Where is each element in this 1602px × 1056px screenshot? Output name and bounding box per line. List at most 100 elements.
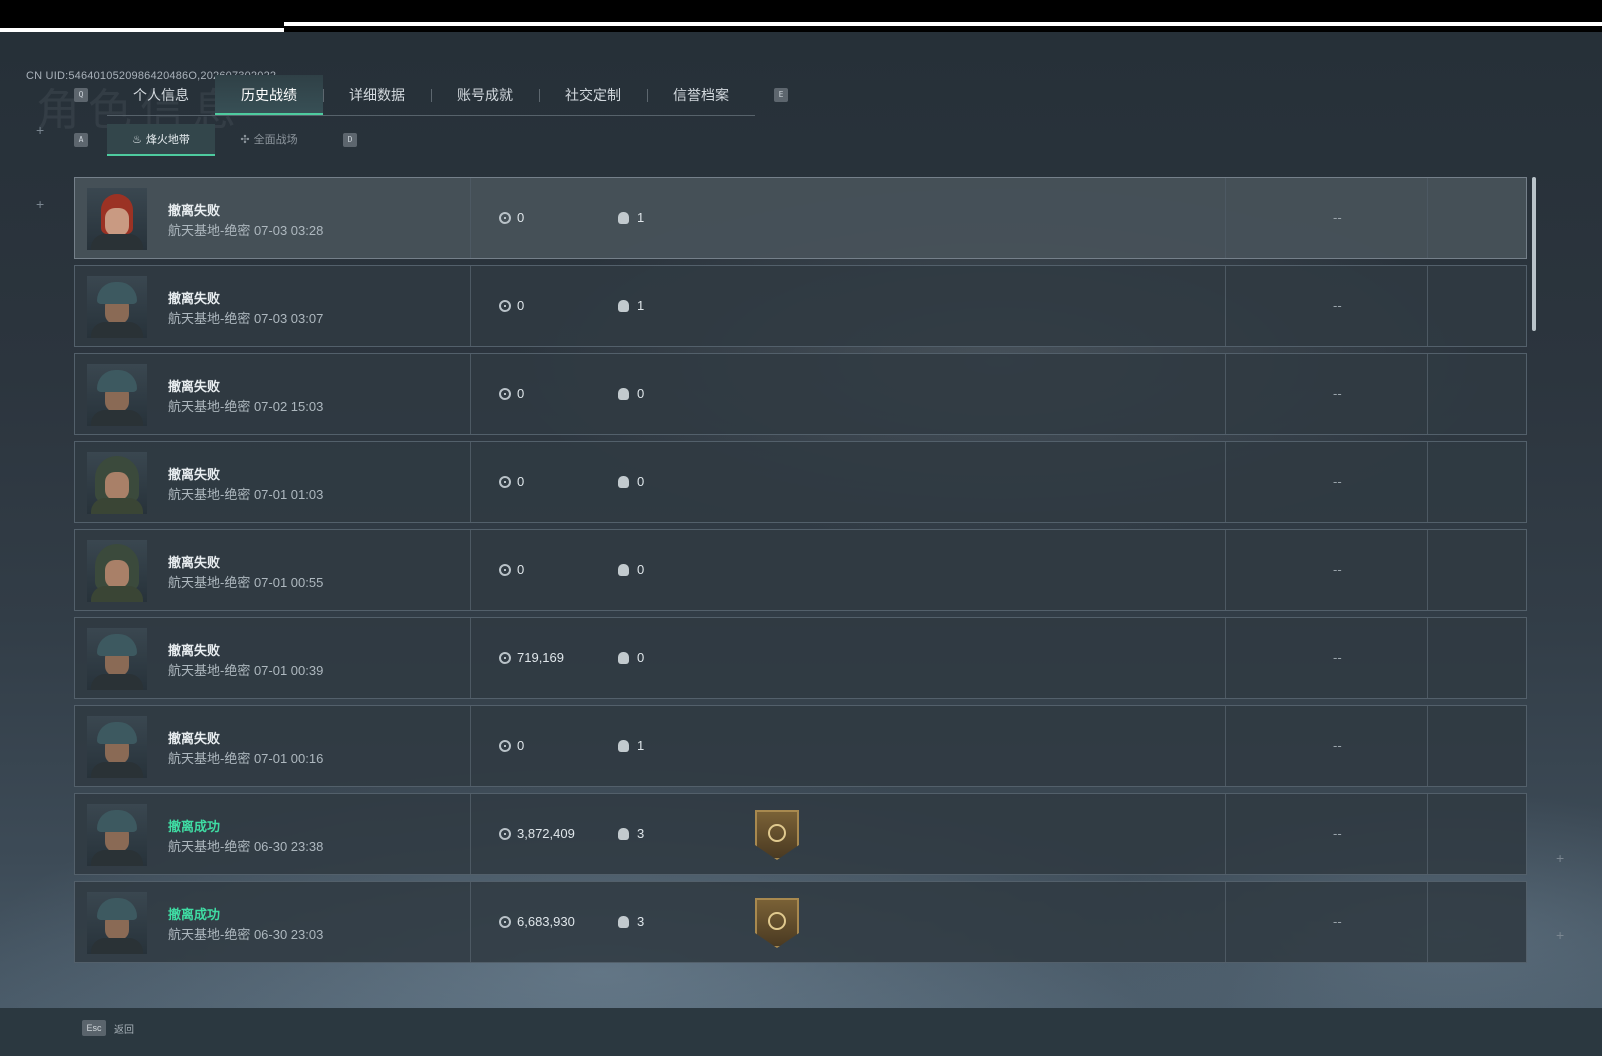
column-divider (1225, 706, 1226, 786)
tab-1[interactable]: 历史战绩 (215, 75, 323, 115)
column-divider (470, 354, 471, 434)
subtab-1[interactable]: ✣ 全面战场 (215, 124, 323, 156)
extraction-status: 撤离失败 (168, 379, 221, 394)
loot-value: 0 (499, 210, 524, 225)
column-divider (1225, 178, 1226, 258)
tab-4[interactable]: 社交定制 (539, 75, 647, 115)
column-divider (470, 178, 471, 258)
match-record-row[interactable]: 撤离失败 航天基地-绝密 07-01 00:39 719,169 0 -- (74, 617, 1527, 699)
loot-value: 0 (499, 474, 524, 489)
coin-icon (499, 387, 511, 400)
tab-prev-key[interactable]: Q (74, 88, 88, 102)
esc-key[interactable]: Esc (82, 1020, 106, 1036)
operator-avatar (87, 540, 147, 602)
extra-value: -- (1333, 474, 1342, 489)
kill-count-text: 0 (637, 474, 645, 489)
kill-count: 3 (618, 826, 644, 841)
map-time-info: 航天基地-绝密 07-01 00:16 (168, 751, 324, 766)
match-record-row[interactable]: 撤离失败 航天基地-绝密 07-01 01:03 0 0 -- (74, 441, 1527, 523)
loot-value-text: 0 (517, 474, 525, 489)
operator-avatar (87, 364, 147, 426)
kill-count: 0 (618, 562, 644, 577)
match-record-row[interactable]: 撤离失败 航天基地-绝密 07-01 00:16 0 1 -- (74, 705, 1527, 787)
loot-value-text: 0 (517, 738, 525, 753)
kill-count: 0 (618, 386, 644, 401)
kill-count: 1 (618, 210, 644, 225)
tab-0[interactable]: 个人信息 (107, 75, 215, 115)
column-divider (1427, 618, 1428, 698)
extra-value: -- (1333, 386, 1342, 401)
list-scrollbar[interactable] (1532, 177, 1536, 331)
subtab-0[interactable]: ♨ 烽火地带 (107, 124, 215, 156)
match-record-row[interactable]: 撤离成功 航天基地-绝密 06-30 23:03 6,683,930 3 -- (74, 881, 1527, 963)
coin-icon (499, 915, 511, 928)
column-divider (470, 442, 471, 522)
extraction-badge-icon (755, 810, 799, 860)
coin-icon (499, 475, 511, 488)
extraction-status: 撤离失败 (168, 643, 221, 658)
coin-icon (499, 651, 511, 664)
kill-count-text: 1 (637, 738, 645, 753)
map-time-info: 航天基地-绝密 07-01 01:03 (168, 487, 324, 502)
column-divider (1427, 794, 1428, 874)
kill-count-text: 0 (637, 650, 645, 665)
column-divider (470, 794, 471, 874)
loot-value: 0 (499, 738, 524, 753)
operator-avatar (87, 188, 147, 250)
column-divider (1225, 530, 1226, 610)
match-history-list: 撤离失败 航天基地-绝密 07-03 03:28 0 1 -- 撤离失败 航天基地-绝密 0… (74, 177, 1527, 969)
crosshair-icon: ✣ (240, 134, 250, 146)
column-divider (1427, 706, 1428, 786)
column-divider (1427, 266, 1428, 346)
column-divider (1427, 442, 1428, 522)
extra-value: -- (1333, 650, 1342, 665)
extra-value: -- (1333, 562, 1342, 577)
loot-value-text: 0 (517, 386, 525, 401)
loot-value-text: 0 (517, 298, 525, 313)
tab-2[interactable]: 详细数据 (323, 75, 431, 115)
loot-value-text: 0 (517, 562, 525, 577)
subtab-label: 全面战场 (253, 134, 298, 146)
loot-value-text: 0 (517, 210, 525, 225)
map-time-info: 航天基地-绝密 06-30 23:38 (168, 839, 324, 854)
subtab-prev-key[interactable]: A (74, 133, 88, 147)
skull-icon (618, 475, 629, 488)
kill-count: 0 (618, 474, 644, 489)
loot-value-text: 6,683,930 (517, 914, 575, 929)
loot-value-text: 3,872,409 (517, 826, 575, 841)
loot-value: 719,169 (499, 650, 564, 665)
match-record-row[interactable]: 撤离失败 航天基地-绝密 07-03 03:28 0 1 -- (74, 177, 1527, 259)
tab-next-key[interactable]: E (774, 88, 788, 102)
skull-icon (618, 739, 629, 752)
column-divider (1225, 266, 1226, 346)
tab-3[interactable]: 账号成就 (431, 75, 539, 115)
match-record-row[interactable]: 撤离失败 航天基地-绝密 07-03 03:07 0 1 -- (74, 265, 1527, 347)
coin-icon (499, 563, 511, 576)
kill-count-text: 0 (637, 562, 645, 577)
skull-icon (618, 827, 629, 840)
column-divider (470, 618, 471, 698)
map-time-info: 航天基地-绝密 07-01 00:55 (168, 575, 324, 590)
column-divider (1427, 530, 1428, 610)
kill-count-text: 1 (637, 210, 645, 225)
kill-count-text: 3 (637, 914, 645, 929)
map-time-info: 航天基地-绝密 07-02 15:03 (168, 399, 324, 414)
tab-5[interactable]: 信誉档案 (647, 75, 755, 115)
match-record-row[interactable]: 撤离失败航天基地-绝密 07-02 15:03 0 0 -- (74, 353, 1527, 435)
column-divider (470, 706, 471, 786)
skull-icon (618, 387, 629, 400)
match-record-row[interactable]: 撤离失败 航天基地-绝密 07-01 00:55 0 0 -- (74, 529, 1527, 611)
main-tabs: 个人信息 历史战绩 详细数据 账号成就 社交定制 信誉档案 (107, 75, 755, 116)
kill-count: 1 (618, 738, 644, 753)
back-label[interactable]: 返回 (114, 1021, 134, 1036)
column-divider (1427, 354, 1428, 434)
map-time-info: 航天基地-绝密 07-03 03:07 (168, 311, 324, 326)
skull-icon (618, 651, 629, 664)
flame-icon: ♨ (132, 134, 142, 146)
column-divider (1225, 442, 1226, 522)
subtab-next-key[interactable]: D (343, 133, 357, 147)
plus-decoration-icon: + (36, 196, 45, 212)
kill-count: 0 (618, 650, 644, 665)
match-record-row[interactable]: 撤离成功 航天基地-绝密 06-30 23:38 3,872,409 3 -- (74, 793, 1527, 875)
subtab-label: 烽火地带 (145, 134, 190, 146)
